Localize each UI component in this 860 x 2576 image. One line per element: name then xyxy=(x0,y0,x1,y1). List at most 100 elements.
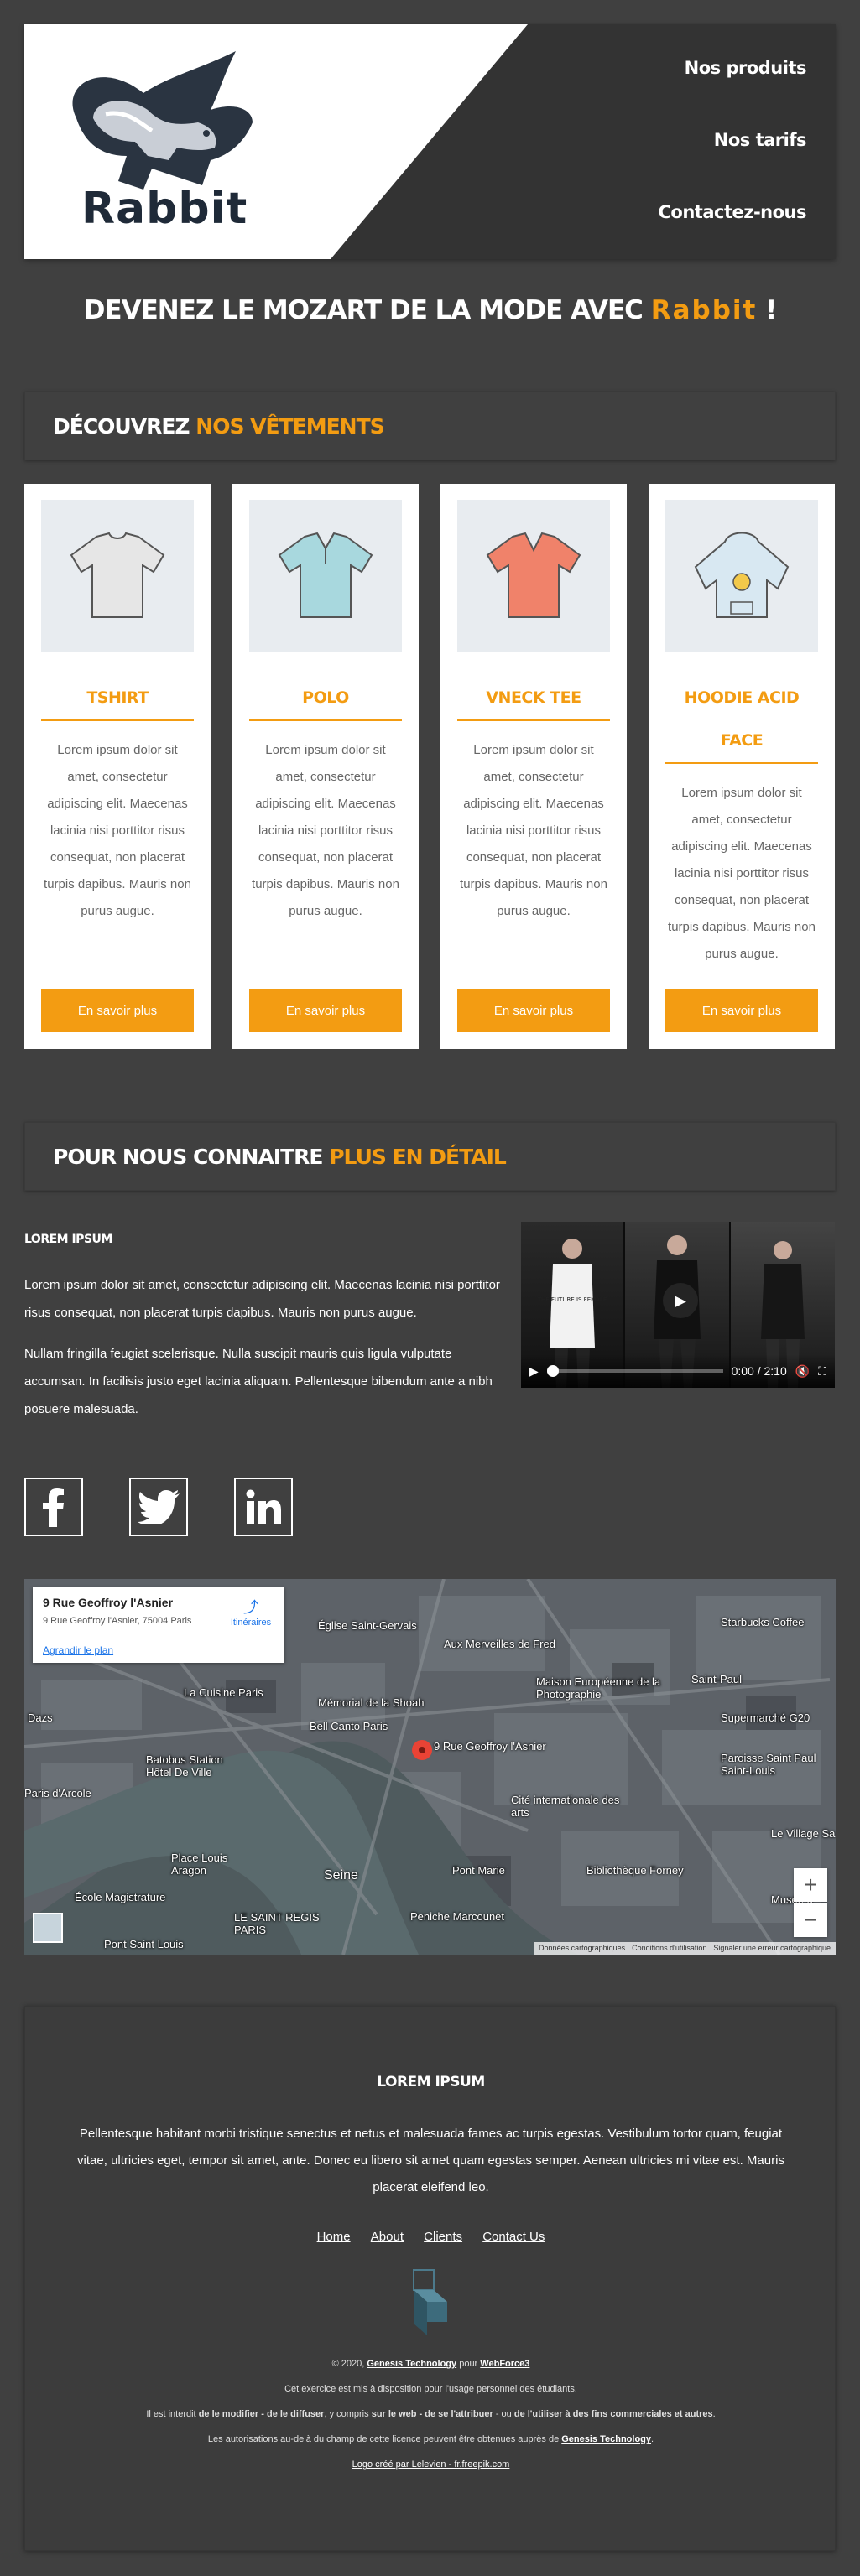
place-name: 9 Rue Geoffroy l'Asnier xyxy=(43,1596,174,1609)
title-divider xyxy=(249,719,402,721)
map-label: Pont Saint Louis xyxy=(104,1938,184,1950)
twitter-link[interactable] xyxy=(129,1478,188,1536)
zoom-out-button[interactable]: − xyxy=(794,1903,827,1937)
main-nav: Nos produits Nos tarifs Contactez-nous xyxy=(555,24,807,259)
product-image xyxy=(665,500,818,652)
learn-more-button[interactable]: En savoir plus xyxy=(457,989,610,1032)
map-label: Peniche Marcounet xyxy=(410,1910,505,1923)
product-title: POLO xyxy=(302,688,349,707)
license-c: , y compris xyxy=(324,2409,369,2419)
nav-products-link[interactable]: Nos produits xyxy=(685,58,807,78)
detail-heading-b: PLUS EN DÉTAIL xyxy=(329,1145,507,1169)
video-time: 0:00 / 2:10 xyxy=(731,1364,787,1378)
map-label: Cité internationale des arts xyxy=(511,1794,620,1819)
copyright-prefix: © 2020, xyxy=(331,2359,365,2369)
tshirt-icon xyxy=(70,532,165,618)
linkedin-icon xyxy=(246,1489,281,1524)
product-image xyxy=(41,500,194,652)
genesis-link[interactable]: Genesis Technology xyxy=(367,2359,456,2369)
map-label: Starbucks Coffee xyxy=(721,1616,805,1628)
footer-links: Home About Clients Contact Us xyxy=(25,2230,837,2244)
product-description: Lorem ipsum dolor sit amet, consectetur … xyxy=(44,743,191,918)
title-divider xyxy=(665,762,818,764)
linkedin-link[interactable] xyxy=(234,1478,293,1536)
map-label: 9 Rue Geoffroy l'Asnier xyxy=(434,1740,546,1753)
site-header: Rabbit Nos produits Nos tarifs Contactez… xyxy=(24,24,836,259)
tagline: DEVENEZ LE MOZART DE LA MODE AVEC Rabbit… xyxy=(0,295,860,325)
map-label: Supermarché G20 xyxy=(721,1711,810,1724)
detail-section-title: POUR NOUS CONNAITRE PLUS EN DÉTAIL xyxy=(24,1122,836,1191)
facebook-link[interactable] xyxy=(24,1478,83,1536)
permissions-text: Les autorisations au-delà du champ de ce… xyxy=(207,2434,560,2444)
play-overlay-icon[interactable]: ▶ xyxy=(663,1283,698,1318)
map-label: Église Saint-Gervais xyxy=(318,1619,417,1632)
map-type-toggle[interactable] xyxy=(33,1913,63,1943)
footer-link-contact[interactable]: Contact Us xyxy=(482,2230,545,2244)
progress-track[interactable] xyxy=(546,1365,723,1377)
product-title: HOODIE ACID FACE xyxy=(684,688,800,750)
map-label: Bibliothèque Forney xyxy=(586,1864,684,1877)
map-label: École Magistrature xyxy=(75,1891,166,1903)
license-g: . xyxy=(712,2409,716,2419)
video-player[interactable]: THE FUTURE IS FEMALE ▶ ▶ 0:00 / 2:10 🔇 ⛶ xyxy=(521,1222,835,1388)
vneck-icon xyxy=(486,532,581,618)
google-map[interactable]: 9 Rue Geoffroy l'Asnier 9 Rue Geoffroy l… xyxy=(24,1579,836,1955)
facebook-icon xyxy=(43,1488,64,1527)
map-label: Paris d'Arcole xyxy=(24,1787,91,1800)
map-data-link[interactable]: Données cartographiques xyxy=(539,1944,625,1953)
product-title: TSHIRT xyxy=(86,688,149,707)
map-label: Bell Canto Paris xyxy=(310,1720,388,1732)
logo-credit-link[interactable]: Logo créé par Lelevien - fr.freepik.com xyxy=(352,2459,510,2470)
footer-link-about[interactable]: About xyxy=(371,2230,404,2244)
map-label: Mémorial de la Shoah xyxy=(318,1696,425,1709)
nav-pricing-link[interactable]: Nos tarifs xyxy=(714,130,807,150)
progress-knob[interactable] xyxy=(546,1365,559,1377)
twitter-icon xyxy=(138,1490,180,1524)
nav-contact-link[interactable]: Contactez-nous xyxy=(659,202,807,222)
map-report-link[interactable]: Signaler une erreur cartographique xyxy=(713,1944,831,1953)
product-card-polo: POLO Lorem ipsum dolor sit amet, consect… xyxy=(232,484,419,1049)
play-icon[interactable]: ▶ xyxy=(529,1364,539,1379)
map-label: Pont Marie xyxy=(452,1864,505,1877)
learn-more-button[interactable]: En savoir plus xyxy=(665,989,818,1032)
detail-paragraph-1: Lorem ipsum dolor sit amet, consectetur … xyxy=(24,1278,500,1320)
map-terms-link[interactable]: Conditions d'utilisation xyxy=(632,1944,706,1953)
footer-notice: Cet exercice est mis à disposition pour … xyxy=(284,2384,577,2394)
tagline-brand: Rabbit xyxy=(650,295,758,325)
product-card-vneck: VNECK TEE Lorem ipsum dolor sit amet, co… xyxy=(440,484,627,1049)
product-title: VNECK TEE xyxy=(486,688,581,707)
mute-icon[interactable]: 🔇 xyxy=(795,1364,810,1379)
map-label: LE SAINT REGIS PARIS xyxy=(234,1911,320,1936)
enlarge-map-link[interactable]: Agrandir le plan xyxy=(43,1644,113,1656)
copyright-mid: pour xyxy=(459,2359,478,2369)
directions-icon: ⤴ xyxy=(243,1599,258,1616)
video-controls: ▶ 0:00 / 2:10 🔇 ⛶ xyxy=(521,1354,835,1388)
title-divider xyxy=(41,719,194,721)
map-label: Seine xyxy=(324,1868,358,1883)
learn-more-button[interactable]: En savoir plus xyxy=(249,989,402,1032)
map-label: Le Village Sa xyxy=(771,1827,836,1840)
learn-more-button[interactable]: En savoir plus xyxy=(41,989,194,1032)
footer-heading: LOREM IPSUM xyxy=(377,2074,485,2090)
map-label: Maison Européenne de la Photographie xyxy=(536,1675,661,1701)
hoodie-icon xyxy=(694,532,790,618)
zoom-in-button[interactable]: + xyxy=(794,1868,827,1902)
footer-link-clients[interactable]: Clients xyxy=(424,2230,462,2244)
license-a: Il est interdit xyxy=(146,2409,196,2419)
map-label: Saint-Paul xyxy=(691,1673,742,1685)
product-card-tshirt: TSHIRT Lorem ipsum dolor sit amet, conse… xyxy=(24,484,211,1049)
fullscreen-icon[interactable]: ⛶ xyxy=(818,1364,826,1379)
map-label: Place Louis Aragon xyxy=(171,1852,228,1877)
brand-name: Rabbit xyxy=(81,184,248,234)
product-description: Lorem ipsum dolor sit amet, consectetur … xyxy=(252,743,399,918)
map-label: Paroisse Saint Paul Saint-Louis xyxy=(721,1752,816,1777)
webforce-link[interactable]: WebForce3 xyxy=(480,2359,529,2369)
product-description: Lorem ipsum dolor sit amet, consectetur … xyxy=(460,743,607,918)
detail-heading-a: POUR NOUS CONNAITRE xyxy=(53,1145,323,1169)
license-b: de le modifier - de le diffuser xyxy=(198,2409,325,2419)
license-f: de l'utiliser à des fins commerciales et… xyxy=(513,2409,713,2419)
product-image xyxy=(249,500,402,652)
directions-button[interactable]: ⤴ Itinéraires xyxy=(226,1596,276,1628)
genesis-link-2[interactable]: Genesis Technology xyxy=(561,2434,651,2444)
footer-link-home[interactable]: Home xyxy=(317,2230,351,2244)
